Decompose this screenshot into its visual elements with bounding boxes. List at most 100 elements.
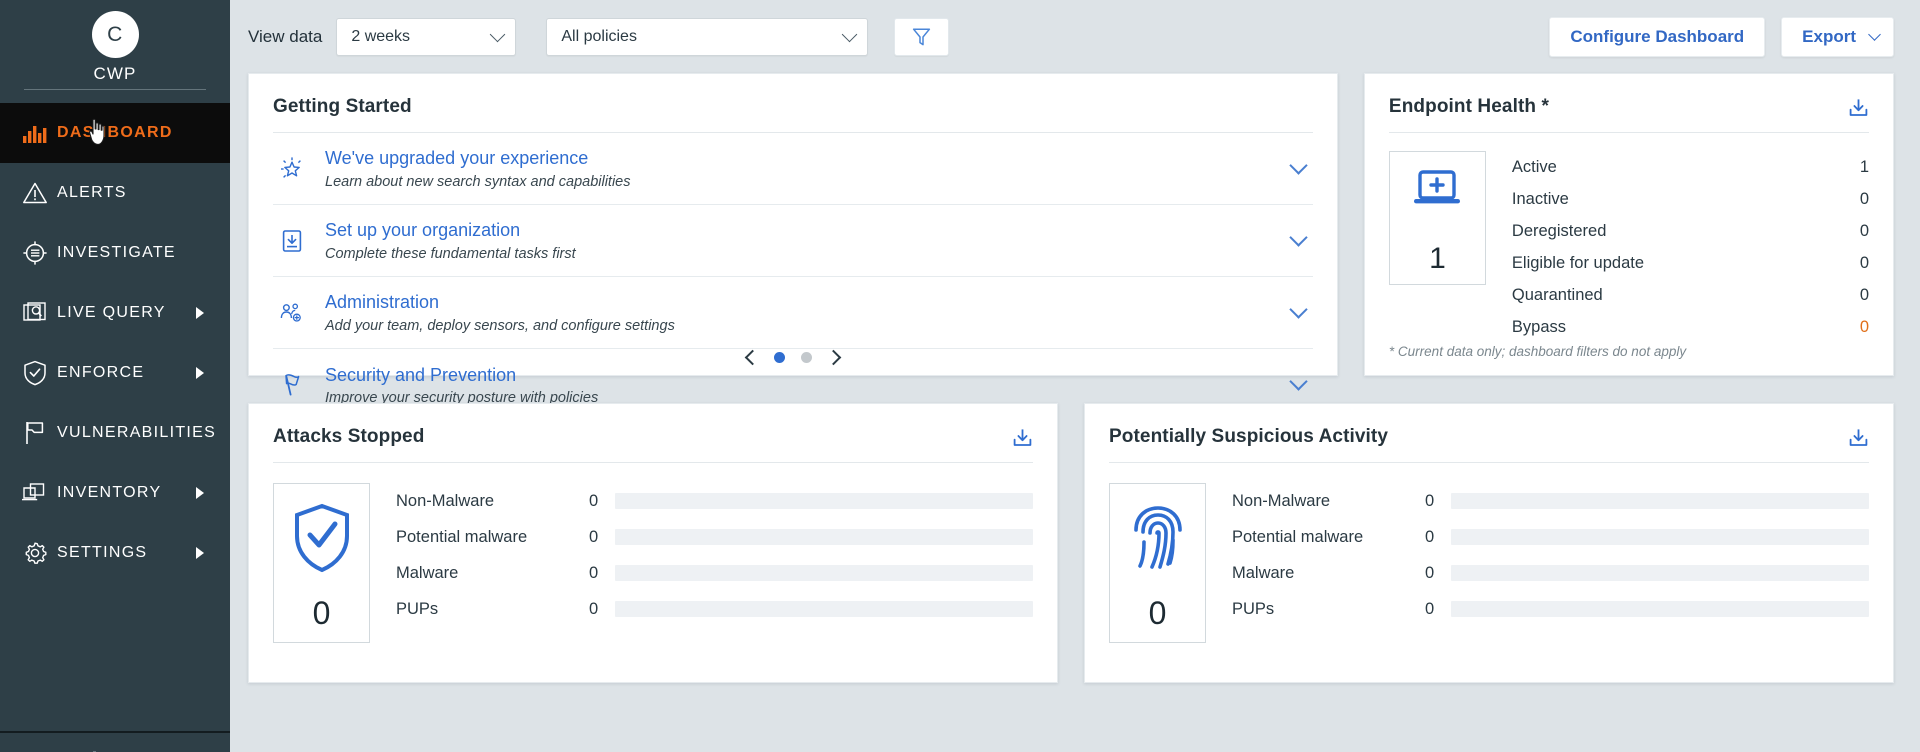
carousel-dot-2[interactable] xyxy=(800,352,812,363)
policy-filter-value: All policies xyxy=(561,27,637,45)
chevron-down-icon xyxy=(842,26,858,42)
list-item-title[interactable]: We've upgraded your experience xyxy=(325,147,631,170)
table-row: PUPs 0 xyxy=(1232,591,1869,627)
row-value: 0 xyxy=(589,491,599,510)
chevron-down-icon xyxy=(1868,27,1881,41)
table-row: Malware 0 xyxy=(396,555,1033,591)
time-range-select[interactable]: 2 weeks xyxy=(336,17,517,56)
attacks-stopped-rows: Non-Malware 0 Potential malware 0 Malwar… xyxy=(396,483,1033,643)
configure-dashboard-button[interactable]: Configure Dashboard xyxy=(1549,16,1766,57)
endpoint-health-body: 1 Active 1 Inactive 0 Deregistered 0 Eli… xyxy=(1365,133,1893,343)
chevron-right-icon xyxy=(196,487,204,499)
download-icon[interactable] xyxy=(1848,427,1869,448)
sidebar-item-vulnerabilities[interactable]: VULNERABILITIES xyxy=(0,403,230,463)
sidebar-item-alerts[interactable]: ALERTS xyxy=(0,163,230,223)
flag-icon xyxy=(13,418,57,448)
page-title: Getting Started xyxy=(273,96,412,117)
attacks-total-tile: 0 xyxy=(273,483,370,643)
warning-triangle-icon xyxy=(13,178,57,208)
sidebar-item-investigate[interactable]: INVESTIGATE xyxy=(0,223,230,283)
carousel-prev-icon[interactable] xyxy=(744,349,761,366)
suspicious-total-tile: 0 xyxy=(1109,483,1206,643)
row-bar xyxy=(1451,565,1869,581)
carousel-dot-1[interactable] xyxy=(773,352,785,363)
chevron-down-icon xyxy=(490,26,506,42)
list-item[interactable]: Set up your organization Complete these … xyxy=(273,205,1313,277)
attacks-total-count: 0 xyxy=(312,595,331,631)
row-value: 0 xyxy=(1859,189,1869,208)
export-label: Export xyxy=(1802,26,1856,46)
table-row: Active 1 xyxy=(1512,151,1869,183)
sidebar-nav: DASHBOARD ALERTS INVESTIGATE LIVE QUERY … xyxy=(0,103,230,583)
row-value: 0 xyxy=(1425,527,1435,546)
row-bar xyxy=(615,565,1033,581)
carousel-next-icon[interactable] xyxy=(825,349,842,366)
table-row: Eligible for update 0 xyxy=(1512,247,1869,279)
attacks-stopped-card: Attacks Stopped 0 Non-Malware 0 Potentia… xyxy=(248,403,1058,683)
row-bar xyxy=(1451,529,1869,545)
policy-filter-select[interactable]: All policies xyxy=(546,17,869,56)
download-icon[interactable] xyxy=(1012,427,1033,448)
app-root: C CWP DASHBOARD ALERTS INVESTIGATE LIVE … xyxy=(0,0,1920,752)
chevron-down-icon[interactable] xyxy=(1289,227,1308,247)
list-item-title[interactable]: Administration xyxy=(325,291,675,314)
suspicious-total-count: 0 xyxy=(1148,595,1167,631)
sidebar-item-enforce[interactable]: ENFORCE xyxy=(0,343,230,403)
list-item[interactable]: We've upgraded your experience Learn abo… xyxy=(273,133,1313,205)
chevron-down-icon[interactable] xyxy=(1289,372,1308,391)
table-row: Malware 0 xyxy=(1232,555,1869,591)
row-label: Active xyxy=(1511,157,1557,176)
row-bar xyxy=(615,493,1033,509)
shield-check-icon xyxy=(13,358,57,388)
sidebar-item-live-query[interactable]: LIVE QUERY xyxy=(0,283,230,343)
target-list-icon xyxy=(13,238,57,268)
sidebar: C CWP DASHBOARD ALERTS INVESTIGATE LIVE … xyxy=(0,0,230,752)
table-row: Deregistered 0 xyxy=(1512,215,1869,247)
filter-button[interactable] xyxy=(894,17,950,56)
sidebar-item-inventory[interactable]: INVENTORY xyxy=(0,463,230,523)
chevron-down-icon[interactable] xyxy=(1289,155,1308,175)
sidebar-item-dashboard[interactable]: DASHBOARD xyxy=(0,103,230,163)
row-value: 0 xyxy=(1859,253,1869,272)
row-label: Non-Malware xyxy=(396,491,495,510)
row-value: 0 xyxy=(589,599,599,618)
row-value: 0 xyxy=(589,527,599,546)
download-box-icon xyxy=(273,228,325,254)
sidebar-item-settings[interactable]: SETTINGS xyxy=(0,523,230,583)
download-icon[interactable] xyxy=(1848,97,1869,118)
export-button[interactable]: Export xyxy=(1781,16,1894,57)
getting-started-card: Getting Started We've upgraded your expe… xyxy=(248,73,1338,406)
card-title: Attacks Stopped xyxy=(273,426,425,447)
sidebar-bottom-divider xyxy=(0,731,230,733)
row-label: Bypass xyxy=(1511,317,1567,336)
getting-started-list: We've upgraded your experience Learn abo… xyxy=(249,133,1337,421)
table-row: Potential malware 0 xyxy=(1232,519,1869,555)
brand-header: C CWP xyxy=(0,0,230,103)
attacks-stopped-body: 0 Non-Malware 0 Potential malware 0 Malw… xyxy=(249,463,1057,643)
row-bar xyxy=(1451,601,1869,617)
sidebar-item-label: INVESTIGATE xyxy=(57,244,176,261)
row-value: 0 xyxy=(1425,491,1435,510)
brand-name: CWP xyxy=(93,64,137,83)
people-gear-icon xyxy=(273,300,325,326)
chevron-right-icon xyxy=(196,547,204,559)
list-item[interactable]: Administration Add your team, deploy sen… xyxy=(273,277,1313,349)
sidebar-item-label: DASHBOARD xyxy=(57,124,173,141)
chevron-down-icon[interactable] xyxy=(1289,299,1308,319)
table-row: Bypass 0 xyxy=(1512,311,1869,343)
dashboard-row-2: Attacks Stopped 0 Non-Malware 0 Potentia… xyxy=(230,403,1920,683)
card-title: Potentially Suspicious Activity xyxy=(1109,426,1389,447)
list-item-text: Administration Add your team, deploy sen… xyxy=(325,291,675,333)
endpoint-total-tile: 1 xyxy=(1388,151,1486,285)
list-item-title[interactable]: Security and Prevention xyxy=(325,364,598,387)
dashboard-row-1: Getting Started We've upgraded your expe… xyxy=(230,73,1920,406)
list-item-title[interactable]: Set up your organization xyxy=(325,219,576,242)
sidebar-divider xyxy=(24,89,206,90)
fingerprint-icon xyxy=(1126,502,1190,574)
sidebar-item-label: ALERTS xyxy=(57,184,127,201)
row-label: Non-Malware xyxy=(1232,491,1331,510)
sidebar-footer-icon[interactable] xyxy=(85,748,105,752)
row-label: Malware xyxy=(396,563,459,582)
table-row: Quarantined 0 xyxy=(1512,279,1869,311)
flag-shield-icon xyxy=(273,372,325,398)
